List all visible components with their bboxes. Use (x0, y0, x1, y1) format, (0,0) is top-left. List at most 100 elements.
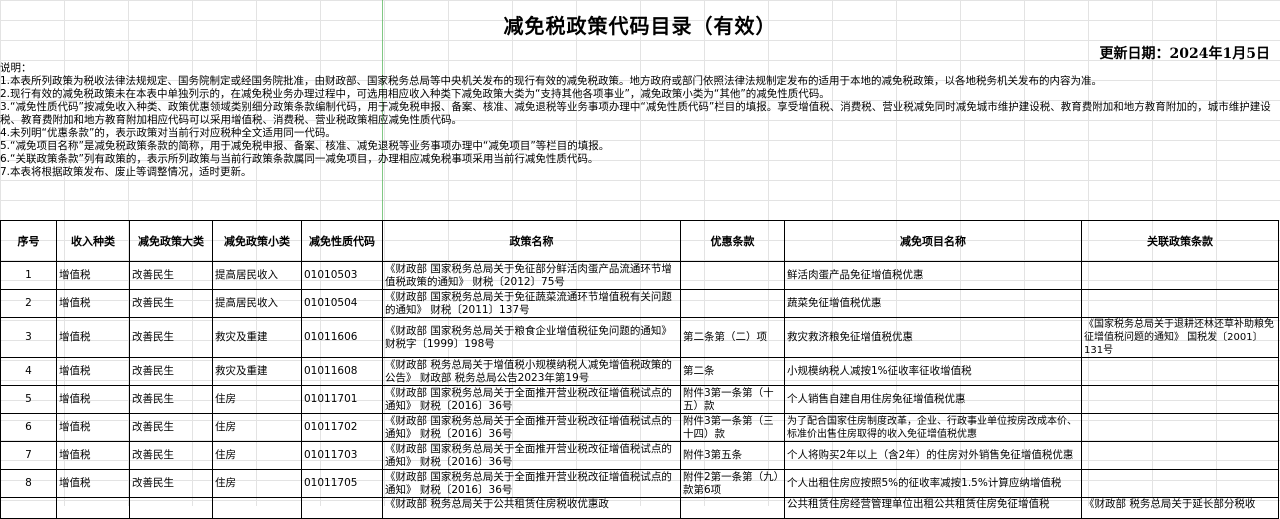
cell-category[interactable]: 改善民生 (129, 357, 213, 386)
cell-tax-type[interactable]: 增值税 (56, 385, 130, 414)
cell-related-policy[interactable] (1081, 357, 1279, 386)
cell-code[interactable]: 01010503 (301, 261, 383, 290)
header-cell[interactable]: 政策名称 (382, 220, 681, 262)
cell-related-policy[interactable]: 《财政部 税务总局关于延长部分税收 (1081, 497, 1279, 519)
cell-policy-name[interactable]: 《财政部 国家税务总局关于全面推开营业税改征增值税试点的通知》 财税〔2016〕… (382, 413, 681, 442)
cell-item-name[interactable]: 蔬菜免征增值税优惠 (784, 289, 1082, 318)
cell-code[interactable]: 01011702 (301, 413, 383, 442)
cell-related-policy[interactable] (1081, 413, 1279, 442)
note-line: 6.“关联政策条款”列有政策的，表示所列政策与当前行政策条款属同一减免项目，办理… (0, 153, 599, 165)
cell-subcategory[interactable] (212, 497, 302, 519)
cell-policy-name[interactable]: 《财政部 税务总局关于公共租赁住房税收优惠政 (382, 497, 681, 519)
cell-item-name[interactable]: 个人将购买2年以上（含2年）的住房对外销售免征增值税优惠 (784, 441, 1082, 470)
cell-tax-type[interactable]: 增值税 (56, 413, 130, 442)
cell-related-policy[interactable] (1081, 385, 1279, 414)
note-line: 4.未列明“优惠条款”的，表示政策对当前行对应税种全文适用同一代码。 (0, 127, 336, 139)
cell-category[interactable]: 改善民生 (129, 441, 213, 470)
cell-policy-name[interactable]: 《财政部 国家税务总局关于免征蔬菜流通环节增值税有关问题的通知》 财税〔2011… (382, 289, 681, 318)
cell-item-name[interactable]: 鲜活肉蛋产品免征增值税优惠 (784, 261, 1082, 290)
cell-tax-type[interactable]: 增值税 (56, 469, 130, 498)
cell-policy-name[interactable]: 《财政部 税务总局关于增值税小规模纳税人减免增值税政策的公告》 财政部 税务总局… (382, 357, 681, 386)
cell-clause[interactable]: 附件2第一条第（九）款第6项 (680, 469, 785, 498)
cell-tax-type[interactable]: 增值税 (56, 317, 130, 358)
cell-category[interactable] (129, 497, 213, 519)
cell-category[interactable]: 改善民生 (129, 469, 213, 498)
table-row: 6 增值税 改善民生 住房 01011702 《财政部 国家税务总局关于全面推开… (0, 413, 1279, 442)
cell-related-policy[interactable] (1081, 289, 1279, 318)
header-cell[interactable]: 减免项目名称 (784, 220, 1082, 262)
cell-tax-type[interactable] (56, 497, 130, 519)
cell-index[interactable]: 4 (0, 357, 57, 386)
cell-category[interactable]: 改善民生 (129, 261, 213, 290)
cell-index[interactable]: 5 (0, 385, 57, 414)
note-line: 3.“减免性质代码”按减免收入种类、政策优惠领域类别细分政策条款编制代码，用于减… (0, 101, 1271, 126)
cell-item-name[interactable]: 公共租赁住房经营管理单位出租公共租赁住房免征增值税 (784, 497, 1082, 519)
cell-clause[interactable]: 附件3第一条第（十五）款 (680, 385, 785, 414)
cell-index[interactable]: 1 (0, 261, 57, 290)
cell-index[interactable]: 6 (0, 413, 57, 442)
note-line: 7.本表将根据政策发布、废止等调整情况，适时更新。 (0, 166, 252, 178)
header-cell[interactable]: 优惠条款 (680, 220, 785, 262)
cell-tax-type[interactable]: 增值税 (56, 441, 130, 470)
cell-item-name[interactable]: 救灾救济粮免征增值税优惠 (784, 317, 1082, 358)
cell-index[interactable]: 2 (0, 289, 57, 318)
cell-subcategory[interactable]: 住房 (212, 469, 302, 498)
cell-clause[interactable]: 第二条第（二）项 (680, 317, 785, 358)
cell-item-name[interactable]: 为了配合国家住房制度改革，企业、行政事业单位按房改成本价、标准价出售住房取得的收… (784, 413, 1082, 442)
cell-tax-type[interactable]: 增值税 (56, 289, 130, 318)
cell-code[interactable] (301, 497, 383, 519)
cell-code[interactable]: 01011606 (301, 317, 383, 358)
cell-policy-name[interactable]: 《财政部 国家税务总局关于全面推开营业税改征增值税试点的通知》 财税〔2016〕… (382, 441, 681, 470)
cell-subcategory[interactable]: 住房 (212, 413, 302, 442)
header-cell[interactable]: 收入种类 (56, 220, 130, 262)
header-cell[interactable]: 减免政策大类 (129, 220, 213, 262)
cell-related-policy[interactable] (1081, 469, 1279, 498)
cell-category[interactable]: 改善民生 (129, 413, 213, 442)
cell-clause[interactable] (680, 261, 785, 290)
page-title: 减免税政策代码目录（有效） (503, 14, 777, 38)
cell-related-policy[interactable] (1081, 441, 1279, 470)
cell-clause[interactable] (680, 497, 785, 519)
cell-index[interactable] (0, 497, 57, 519)
cell-clause[interactable]: 第二条 (680, 357, 785, 386)
cell-code[interactable]: 01011703 (301, 441, 383, 470)
cell-index[interactable]: 7 (0, 441, 57, 470)
cell-category[interactable]: 改善民生 (129, 289, 213, 318)
cell-code[interactable]: 01011701 (301, 385, 383, 414)
cell-category[interactable]: 改善民生 (129, 385, 213, 414)
cell-policy-name[interactable]: 《财政部 国家税务总局关于粮食企业增值税征免问题的通知》 财税字〔1999〕19… (382, 317, 681, 358)
cell-clause[interactable] (680, 289, 785, 318)
cell-policy-name[interactable]: 《财政部 国家税务总局关于全面推开营业税改征增值税试点的通知》 财税〔2016〕… (382, 469, 681, 498)
cell-clause[interactable]: 附件3第五条 (680, 441, 785, 470)
cell-index[interactable]: 3 (0, 317, 57, 358)
cell-policy-name[interactable]: 《财政部 国家税务总局关于全面推开营业税改征增值税试点的通知》 财税〔2016〕… (382, 385, 681, 414)
cell-related-policy[interactable]: 《国家税务总局关于退耕还林还草补助粮免征增值税问题的通知》 国税发〔2001〕1… (1081, 317, 1279, 358)
table-row: 8 增值税 改善民生 住房 01011705 《财政部 国家税务总局关于全面推开… (0, 469, 1279, 498)
cell-item-name[interactable]: 小规模纳税人减按1%征收率征收增值税 (784, 357, 1082, 386)
cell-related-policy[interactable] (1081, 261, 1279, 290)
header-cell[interactable]: 减免性质代码 (301, 220, 383, 262)
cell-code[interactable]: 01011608 (301, 357, 383, 386)
cell-subcategory[interactable]: 救灾及重建 (212, 317, 302, 358)
table-row: 《财政部 税务总局关于公共租赁住房税收优惠政 公共租赁住房经营管理单位出租公共租… (0, 497, 1279, 519)
cell-code[interactable]: 01010504 (301, 289, 383, 318)
cell-subcategory[interactable]: 住房 (212, 441, 302, 470)
cell-subcategory[interactable]: 救灾及重建 (212, 357, 302, 386)
header-cell[interactable]: 关联政策条款 (1081, 220, 1279, 262)
cell-tax-type[interactable]: 增值税 (56, 357, 130, 386)
cell-subcategory[interactable]: 提高居民收入 (212, 289, 302, 318)
header-cell[interactable]: 序号 (0, 220, 57, 262)
cell-item-name[interactable]: 个人销售自建自用住房免征增值税优惠 (784, 385, 1082, 414)
cell-tax-type[interactable]: 增值税 (56, 261, 130, 290)
cell-subcategory[interactable]: 住房 (212, 385, 302, 414)
cell-code[interactable]: 01011705 (301, 469, 383, 498)
cell-subcategory[interactable]: 提高居民收入 (212, 261, 302, 290)
cell-item-name[interactable]: 个人出租住房应按照5%的征收率减按1.5%计算应纳增值税 (784, 469, 1082, 498)
note-line: 5.“减免项目名称”是减免税政策条款的简称，用于减免税申报、备案、核准、减免退税… (0, 140, 610, 152)
header-cell[interactable]: 减免政策小类 (212, 220, 302, 262)
cell-index[interactable]: 8 (0, 469, 57, 498)
policy-code-table: 序号 收入种类 减免政策大类 减免政策小类 减免性质代码 政策名称 优惠条款 减… (0, 220, 1279, 519)
cell-category[interactable]: 改善民生 (129, 317, 213, 358)
cell-policy-name[interactable]: 《财政部 国家税务总局关于免征部分鲜活肉蛋产品流通环节增值税政策的通知》 财税〔… (382, 261, 681, 290)
cell-clause[interactable]: 附件3第一条第（三十四）款 (680, 413, 785, 442)
